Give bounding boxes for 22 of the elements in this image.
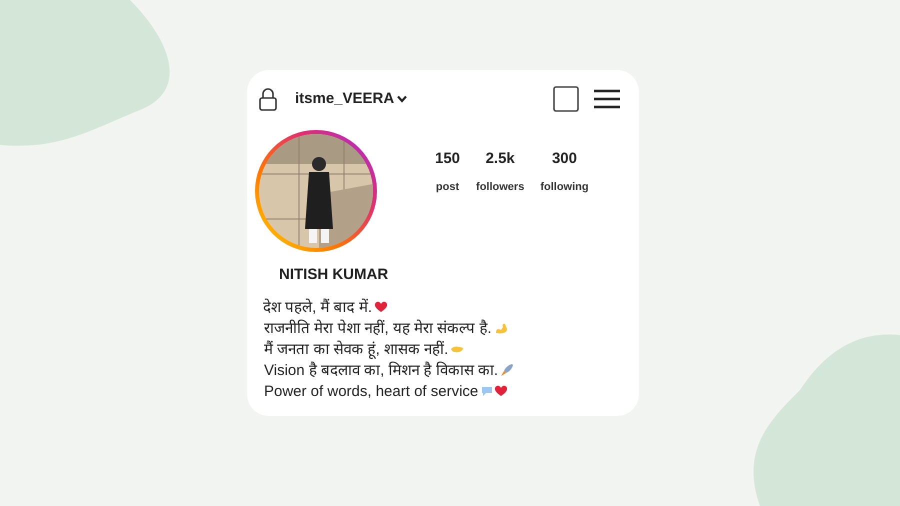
bio-line: देश पहले, मैं बाद में.	[263, 298, 372, 318]
stat-label: following	[540, 180, 589, 194]
rocket-icon	[500, 363, 514, 377]
profile-name: NITISH KUMAR	[279, 265, 390, 285]
lock-icon[interactable]	[259, 87, 277, 111]
stat-label: post	[436, 180, 460, 194]
stat-count: 150	[435, 149, 460, 169]
bio-line: मैं जनता का सेवक हूं, शासक नहीं.	[264, 340, 448, 360]
chevron-down-icon	[397, 95, 408, 103]
speech-bubble-icon	[480, 384, 494, 398]
username-switcher[interactable]: itsme_VEERA	[295, 88, 408, 110]
heart-icon	[494, 384, 508, 398]
stat-count: 300	[552, 149, 577, 169]
heart-icon	[374, 300, 388, 314]
bio-line: Power of words, heart of service	[264, 382, 478, 402]
menu-icon[interactable]	[593, 89, 621, 109]
flexed-arm-icon	[494, 321, 508, 335]
stat-count: 2.5k	[486, 149, 515, 169]
bio-line: Vision है बदलाव का, मिशन है विकास का.	[264, 360, 498, 380]
bio-line: राजनीति मेरा पेशा नहीं, यह मेरा संकल्प है.	[264, 318, 492, 338]
new-post-icon[interactable]	[553, 86, 579, 112]
stat-label: followers	[476, 180, 524, 194]
